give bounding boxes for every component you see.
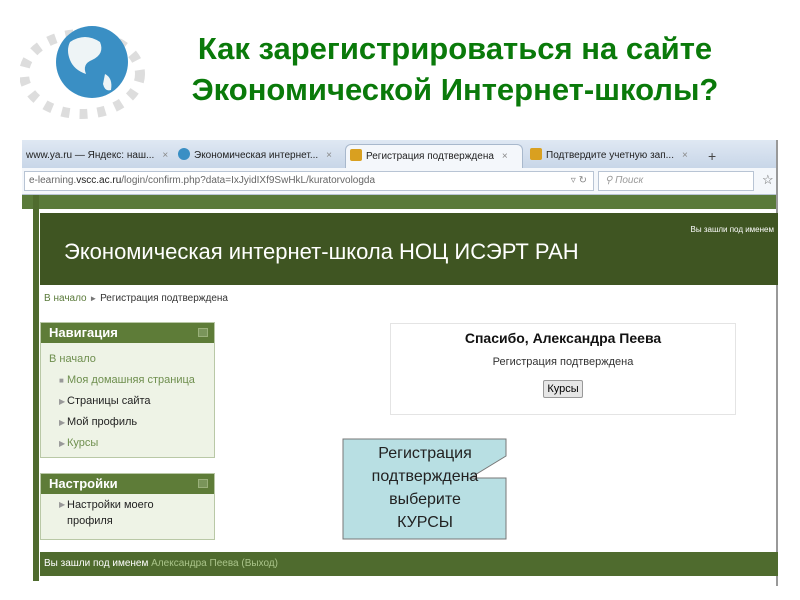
collapse-icon[interactable] <box>198 479 208 488</box>
footer-login-text: Вы зашли под именем <box>44 558 149 569</box>
expand-arrow-icon: ▶ <box>59 500 66 509</box>
tab-label: www.ya.ru — Яндекс: наш... <box>26 150 155 161</box>
navigation-title: Навигация <box>49 325 118 340</box>
breadcrumb-separator-icon: ► <box>89 294 98 303</box>
tab-label: Экономическая интернет... <box>194 150 319 161</box>
nav-item-my-home[interactable]: ■ Моя домашняя страница <box>49 370 214 391</box>
settings-item-label: Настройки моего профиля <box>67 499 154 527</box>
settings-block-header: Настройки <box>41 474 214 494</box>
confirmation-heading: Спасибо, Александра Пеева <box>464 330 662 346</box>
slide-title-line1: Как зарегистрироваться на сайте <box>197 31 713 66</box>
url-domain: vscc.ac.ru <box>76 175 122 186</box>
browser-screenshot: www.ya.ru — Яндекс: наш... × Экономическа… <box>22 140 778 586</box>
nav-item-label: Страницы сайта <box>67 395 151 407</box>
tab-yandex[interactable]: www.ya.ru — Яндекс: наш... × <box>22 144 172 168</box>
site-footer: Вы зашли под именем Александра Пеева (Вы… <box>40 552 778 576</box>
tab-economic-school[interactable]: Экономическая интернет... × <box>174 144 342 168</box>
confirmation-message: Регистрация подтверждена <box>492 356 634 368</box>
url-path: /login/confirm.php?data=IxJyidIXf9SwHkL/… <box>121 175 376 186</box>
tab-label: Регистрация подтверждена <box>366 151 494 162</box>
callout-line: Регистрация <box>378 445 472 462</box>
header-login-info: Вы зашли под именем <box>690 225 774 234</box>
tab-confirm-account[interactable]: Подтвердите учетную зап... × <box>526 144 696 168</box>
tab-registration-confirmed[interactable]: Регистрация подтверждена × <box>345 144 523 168</box>
nav-item-site-pages[interactable]: ▶ Страницы сайта <box>49 391 214 412</box>
moodle-favicon-icon <box>350 149 362 161</box>
site-name: Экономическая интернет-школа НОЦ ИСЭРТ Р… <box>64 239 579 264</box>
navigation-block-header: Навигация <box>41 323 214 343</box>
address-bar[interactable]: e-learning.vscc.ac.ru/login/confirm.php?… <box>24 171 594 191</box>
nav-home-link[interactable]: В начало <box>49 349 214 370</box>
search-input[interactable]: ⚲ Поиск <box>598 171 754 191</box>
tab-bar: www.ya.ru — Яндекс: наш... × Экономическа… <box>22 140 776 168</box>
expand-arrow-icon: ▶ <box>59 397 66 406</box>
expand-arrow-icon: ▶ <box>59 418 66 427</box>
expand-arrow-icon: ▶ <box>59 439 66 448</box>
close-icon[interactable]: × <box>502 151 508 162</box>
site-header: Экономическая интернет-школа НОЦ ИСЭРТ Р… <box>40 213 778 285</box>
moodle-favicon-icon <box>530 148 542 160</box>
callout-line: выберите <box>389 491 461 508</box>
search-icon: ⚲ <box>605 175 613 186</box>
new-tab-button[interactable]: + <box>704 144 716 168</box>
navigation-block: Навигация В начало ■ Моя домашняя страниц… <box>40 322 215 458</box>
left-border <box>33 195 39 581</box>
close-icon[interactable]: × <box>162 150 168 161</box>
logout-link[interactable]: (Выход) <box>241 558 278 569</box>
settings-block: Настройки ▶ Настройки моего профиля <box>40 473 215 540</box>
nav-item-label: Курсы <box>67 437 99 449</box>
settings-title: Настройки <box>49 476 118 491</box>
url-prefix: e-learning. <box>29 175 77 186</box>
navigation-toolbar: e-learning.vscc.ac.ru/login/confirm.php?… <box>22 168 776 195</box>
nav-item-courses[interactable]: ▶ Курсы <box>49 433 214 454</box>
search-placeholder: Поиск <box>615 175 644 186</box>
slide-title: Как зарегистрироваться на сайте Экономич… <box>120 28 790 110</box>
nav-item-label: Моя домашняя страница <box>67 374 195 386</box>
tab-label: Подтвердите учетную зап... <box>546 150 674 161</box>
callout-annotation: Регистрация подтверждена выберите КУРСЫ <box>342 438 508 540</box>
close-icon[interactable]: × <box>682 150 688 161</box>
bookmark-star-icon[interactable]: ☆ <box>762 172 774 188</box>
breadcrumb-home-link[interactable]: В начало <box>44 293 87 304</box>
callout-line: подтверждена <box>371 468 479 485</box>
callout-line: КУРСЫ <box>397 514 453 531</box>
nav-item-label: Мой профиль <box>67 416 138 428</box>
bullet-icon: ■ <box>59 376 64 385</box>
settings-item-my-profile[interactable]: ▶ Настройки моего профиля <box>49 497 214 529</box>
breadcrumb-current: Регистрация подтверждена <box>100 293 228 304</box>
footer-user-link[interactable]: Александра Пеева <box>151 558 238 569</box>
dropdown-arrow-icon[interactable]: ▿ <box>571 175 576 186</box>
courses-button[interactable]: Курсы <box>543 380 583 398</box>
slide-title-line2: Экономической Интернет-школы? <box>191 72 719 107</box>
collapse-icon[interactable] <box>198 328 208 337</box>
nav-item-my-profile[interactable]: ▶ Мой профиль <box>49 412 214 433</box>
close-icon[interactable]: × <box>326 150 332 161</box>
confirmation-box: Спасибо, Александра Пеева Регистрация по… <box>390 323 736 415</box>
breadcrumb: В начало ► Регистрация подтверждена <box>44 293 228 304</box>
globe-favicon-icon <box>178 148 190 160</box>
reload-icon[interactable]: ↻ <box>579 175 587 186</box>
